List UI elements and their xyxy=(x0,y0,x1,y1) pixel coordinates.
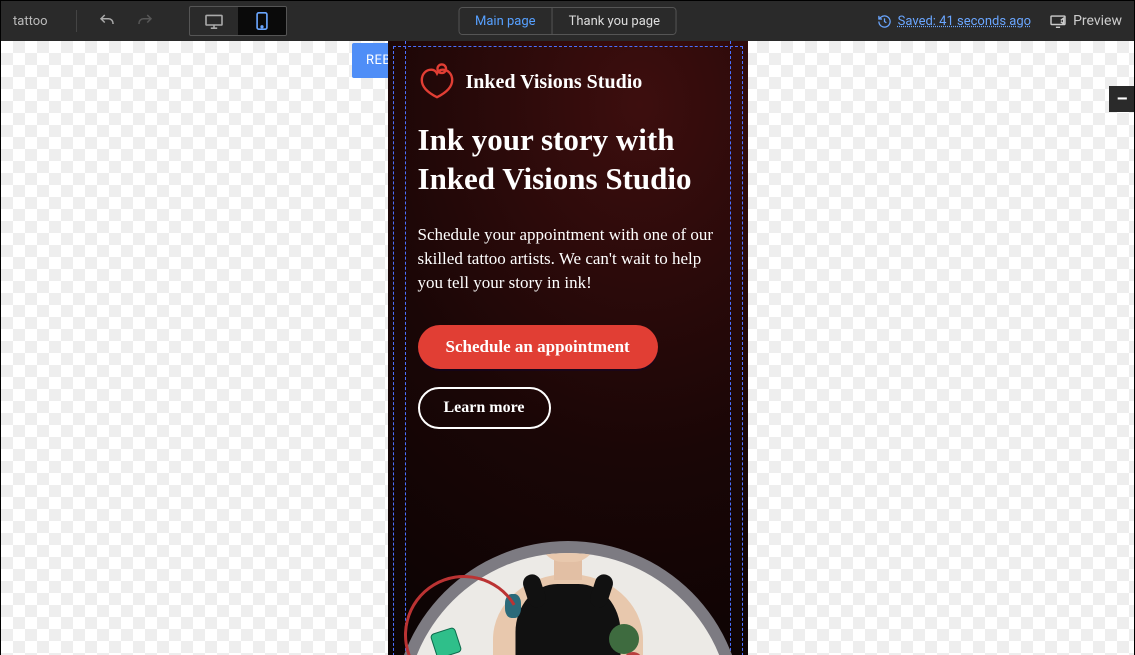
mobile-icon xyxy=(256,12,268,30)
redo-icon xyxy=(136,12,154,30)
brand-row[interactable]: Inked Visions Studio xyxy=(418,63,718,101)
preview-icon xyxy=(1049,14,1067,28)
collapse-panel-button[interactable]: – xyxy=(1109,86,1134,112)
mobile-preview-frame[interactable]: Inked Visions Studio Ink your story with… xyxy=(388,41,748,655)
preview-label: Preview xyxy=(1073,13,1122,29)
brand-name: Inked Visions Studio xyxy=(466,71,643,94)
page-tabs: Main page Thank you page xyxy=(458,7,677,35)
minus-icon: – xyxy=(1116,89,1127,110)
device-mobile-button[interactable] xyxy=(238,7,286,35)
hero-headline[interactable]: Ink your story with Inked Visions Studio xyxy=(418,121,718,199)
save-status-text: Saved: 41 seconds ago xyxy=(898,14,1031,29)
history-icon xyxy=(877,14,892,29)
cta-primary-button[interactable]: Schedule an appointment xyxy=(418,325,658,369)
tab-main-page[interactable]: Main page xyxy=(459,8,552,34)
tab-thank-you-page[interactable]: Thank you page xyxy=(552,8,676,34)
toolbar-divider xyxy=(76,10,77,32)
desktop-icon xyxy=(204,13,224,29)
project-name: tattoo xyxy=(13,14,48,29)
guide-left xyxy=(405,41,406,655)
guide-right xyxy=(730,41,731,655)
undo-redo-group xyxy=(93,7,159,35)
undo-button[interactable] xyxy=(93,7,121,35)
undo-icon xyxy=(98,12,116,30)
brand-logo-icon xyxy=(418,63,456,101)
hero-subcopy[interactable]: Schedule your appointment with one of ou… xyxy=(418,223,718,295)
toolbar-right: Saved: 41 seconds ago Preview xyxy=(877,13,1122,29)
preview-button[interactable]: Preview xyxy=(1049,13,1122,29)
cta-secondary-button[interactable]: Learn more xyxy=(418,387,551,429)
redo-button[interactable] xyxy=(131,7,159,35)
device-desktop-button[interactable] xyxy=(190,7,238,35)
editor-toolbar: tattoo Main page Thank you page Saved: 4… xyxy=(1,1,1134,41)
save-status[interactable]: Saved: 41 seconds ago xyxy=(877,14,1031,29)
editor-canvas[interactable]: REBUILD MOBILE Inked Visions Studio Ink … xyxy=(1,41,1134,655)
device-switch xyxy=(189,6,287,36)
page-content: Inked Visions Studio Ink your story with… xyxy=(418,63,718,429)
